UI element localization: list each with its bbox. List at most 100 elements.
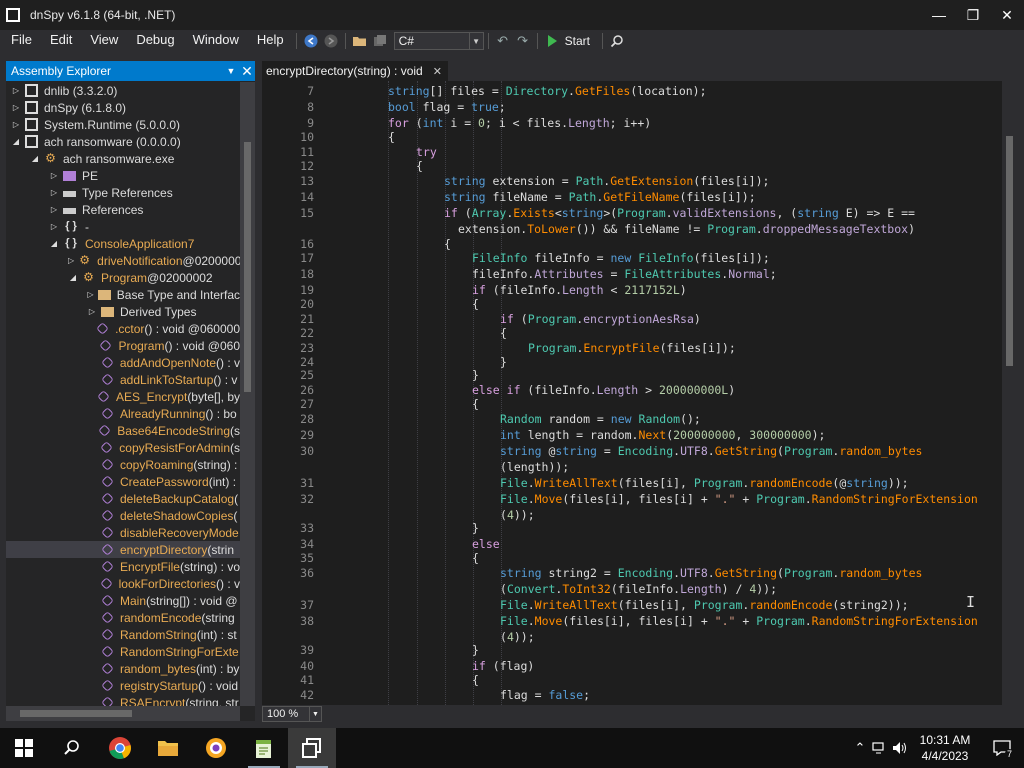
scrollbar-thumb[interactable] [244,142,251,392]
expanded-arrow-icon[interactable]: ◢ [30,154,40,163]
scrollbar-thumb[interactable] [20,710,132,717]
tree-item[interactable]: ◢ ach ransomware (0.0.0.0) [6,133,240,150]
close-button[interactable]: ✕ [990,0,1024,30]
start-button[interactable] [0,728,48,768]
tree-item[interactable]: Main (string[]) : void @ [6,592,240,609]
menu-window[interactable]: Window [183,30,247,52]
tree-item[interactable]: ▷ PE [6,167,240,184]
menu-debug[interactable]: Debug [126,30,182,52]
tree-item[interactable]: Base64EncodeString (s [6,422,240,439]
chevron-up-icon[interactable]: ⌃ [850,728,870,768]
method-icon [101,543,114,556]
tree-item-signature: @0200000 [182,253,240,268]
collapsed-arrow-icon[interactable]: ▷ [49,222,59,231]
editor-vertical-scrollbar[interactable] [1002,81,1017,705]
notifications-icon[interactable]: 7 [980,728,1024,768]
chrome-taskbar-button[interactable] [96,728,144,768]
open-folder-icon[interactable] [350,31,370,51]
tree-item[interactable]: deleteBackupCatalog( [6,490,240,507]
save-all-icon[interactable] [370,31,390,51]
tree-item[interactable]: ◢ ⚙ ach ransomware.exe [6,150,240,167]
line-number: 36 [300,566,314,580]
tree-item[interactable]: copyRoaming (string) : [6,456,240,473]
start-debug-button[interactable]: Start [547,34,590,48]
brave-taskbar-button[interactable] [192,728,240,768]
minimize-button[interactable]: — [922,0,956,30]
collapsed-arrow-icon[interactable]: ▷ [11,120,21,129]
language-select[interactable]: C# ▼ [393,32,484,50]
explorer-horizontal-scrollbar[interactable] [6,706,240,721]
tree-item[interactable]: ▷ dnlib (3.3.2.0) [6,82,240,99]
tree-item[interactable]: CreatePassword (int) : [6,473,240,490]
collapsed-arrow-icon[interactable]: ▷ [49,188,59,197]
tree-item[interactable]: random_bytes (int) : by [6,660,240,677]
tree-item[interactable]: disableRecoveryMode [6,524,240,541]
tree-item[interactable]: ▷ dnSpy (6.1.8.0) [6,99,240,116]
tree-item[interactable]: ▷ ⚙ driveNotification @0200000 [6,252,240,269]
menu-edit[interactable]: Edit [40,30,80,52]
collapsed-arrow-icon[interactable]: ▷ [68,256,74,265]
menu-file[interactable]: File [0,30,40,52]
tree-item-label: Base64EncodeString [117,423,230,438]
expanded-arrow-icon[interactable]: ◢ [49,239,59,248]
tree-item[interactable]: ◢ { } ConsoleApplication7 [6,235,240,252]
collapsed-arrow-icon[interactable]: ▷ [49,205,59,214]
tree-item[interactable]: RSAEncrypt (string, str [6,694,240,706]
navigate-forward-icon[interactable] [321,31,341,51]
tree-item[interactable]: copyResistForAdmin (s [6,439,240,456]
maximize-button[interactable]: ❐ [956,0,990,30]
tab-encrypt-directory[interactable]: encryptDirectory(string) : void ✕ [262,61,448,81]
tree-item[interactable]: ▷ { } - [6,218,240,235]
undo-icon[interactable]: ↶ [493,31,513,51]
code-editor[interactable]: 7 string[] files = Directory.GetFiles(loc… [262,81,1002,705]
tree-item-signature: (string) : [193,457,238,472]
navigate-back-icon[interactable] [301,31,321,51]
tree-item[interactable]: randomEncode (string [6,609,240,626]
tree-item[interactable]: encryptDirectory (strin [6,541,240,558]
zoom-select[interactable]: 100 % ▼ [262,706,322,722]
collapsed-arrow-icon[interactable]: ▷ [49,171,59,180]
menu-help[interactable]: Help [247,30,292,52]
tree-item[interactable]: EncryptFile (string) : vo [6,558,240,575]
collapsed-arrow-icon[interactable]: ▷ [11,103,21,112]
network-icon[interactable] [870,728,890,768]
redo-icon[interactable]: ↷ [513,31,533,51]
tree-item-signature: () : v [216,355,240,370]
menu-view[interactable]: View [80,30,126,52]
search-icon[interactable] [607,31,627,51]
tree-item[interactable]: RandomString (int) : st [6,626,240,643]
volume-icon[interactable] [890,728,910,768]
tree-item[interactable]: Program() : void @060 [6,337,240,354]
code-line: 38 File.Move(files[i], files[i] + "." + P… [262,613,1002,629]
expanded-arrow-icon[interactable]: ◢ [11,137,21,146]
explorer-vertical-scrollbar[interactable] [240,82,255,706]
tree-item[interactable]: AlreadyRunning() : bo [6,405,240,422]
tree-item[interactable]: AES_Encrypt (byte[], by [6,388,240,405]
tab-close-icon[interactable]: ✕ [433,65,442,78]
tree-item[interactable]: ▷ Type References [6,184,240,201]
dnspy-taskbar-button[interactable] [288,728,336,768]
tree-item[interactable]: ▷ References [6,201,240,218]
tree-item[interactable]: RandomStringForExte [6,643,240,660]
scrollbar-thumb[interactable] [1006,136,1013,366]
tree-item[interactable]: registryStartup() : void [6,677,240,694]
tree-item[interactable]: ◢ ⚙ Program @02000002 [6,269,240,286]
expanded-arrow-icon[interactable]: ◢ [68,273,78,282]
file-explorer-taskbar-button[interactable] [144,728,192,768]
panel-close-icon[interactable]: ✕ [239,63,255,80]
tree-item[interactable]: ▷ System.Runtime (5.0.0.0) [6,116,240,133]
tree-item[interactable]: lookForDirectories() : v [6,575,240,592]
collapsed-arrow-icon[interactable]: ▷ [11,86,21,95]
tree-item[interactable]: addAndOpenNote() : v [6,354,240,371]
search-taskbar-button[interactable] [48,728,96,768]
collapsed-arrow-icon[interactable]: ▷ [87,290,94,299]
collapsed-arrow-icon[interactable]: ▷ [87,307,97,316]
tree-item[interactable]: ▷ Derived Types [6,303,240,320]
notepadpp-taskbar-button[interactable] [240,728,288,768]
tree-item[interactable]: .cctor() : void @060000 [6,320,240,337]
tree-item[interactable]: deleteShadowCopies( [6,507,240,524]
clock[interactable]: 10:31 AM 4/4/2023 [910,732,980,764]
tree-item[interactable]: addLinkToStartup() : v [6,371,240,388]
tree-item[interactable]: ▷ Base Type and Interfac [6,286,240,303]
panel-menu-icon[interactable]: ▼ [223,66,239,76]
